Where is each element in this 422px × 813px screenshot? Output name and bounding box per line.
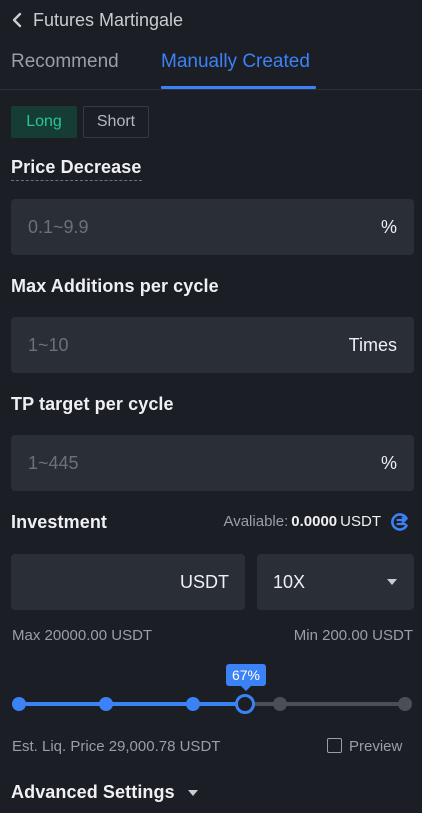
price-decrease-placeholder: 0.1~9.9 — [28, 216, 89, 237]
short-button[interactable]: Short — [83, 106, 149, 138]
tp-target-placeholder: 1~445 — [28, 452, 79, 473]
tp-target-unit: % — [380, 452, 397, 473]
available-value: 0.0000 — [291, 513, 338, 530]
preview-checkbox[interactable] — [327, 738, 342, 753]
max-investment-text: Max 20000.00 USDT — [12, 627, 153, 644]
slider-tooltip-arrow — [240, 685, 252, 691]
advanced-settings-toggle[interactable]: Advanced Settings — [11, 782, 199, 803]
investment-unit: USDT — [180, 571, 229, 592]
investment-label: Investment — [11, 512, 108, 532]
slider-step-25[interactable] — [99, 697, 113, 711]
slider-thumb[interactable] — [235, 694, 255, 714]
advanced-settings-label: Advanced Settings — [11, 782, 175, 802]
max-additions-unit: Times — [348, 334, 397, 355]
max-additions-placeholder: 1~10 — [28, 334, 69, 355]
leverage-select[interactable]: 10X — [257, 554, 414, 610]
price-decrease-label-text: Price Decrease — [11, 157, 142, 181]
price-decrease-unit: % — [380, 216, 397, 237]
price-decrease-label[interactable]: Price Decrease — [11, 157, 142, 181]
caret-down-icon — [386, 573, 398, 591]
max-additions-input[interactable]: 1~10 Times — [11, 317, 414, 373]
slider-step-0[interactable] — [12, 697, 26, 711]
tab-manually-created[interactable]: Manually Created — [161, 51, 310, 73]
available-unit: USDT — [340, 513, 381, 530]
long-button[interactable]: Long — [11, 106, 77, 138]
active-tab-indicator — [161, 86, 316, 89]
available-label: Avaliable: — [223, 513, 289, 530]
leverage-value: 10X — [273, 571, 306, 592]
header: Futures Martingale — [11, 8, 183, 32]
slider-step-100[interactable] — [398, 697, 412, 711]
investment-input[interactable]: USDT — [11, 554, 245, 610]
min-investment-text: Min 200.00 USDT — [293, 627, 413, 644]
available-balance: Avaliable: 0.0000 USDT — [223, 513, 381, 530]
chevron-left-icon[interactable] — [11, 8, 29, 32]
tab-recommend[interactable]: Recommend — [11, 51, 119, 73]
slider-percent-tooltip: 67% — [226, 664, 266, 686]
tp-target-label: TP target per cycle — [11, 394, 174, 414]
page-title: Futures Martingale — [33, 9, 184, 30]
tp-target-input[interactable]: 1~445 % — [11, 435, 414, 491]
tab-bar: Recommend Manually Created — [0, 48, 422, 90]
caret-down-icon — [187, 789, 199, 797]
slider-step-50[interactable] — [186, 697, 200, 711]
slider-step-75[interactable] — [273, 697, 287, 711]
est-liq-price: Est. Liq. Price 29,000.78 USDT — [12, 738, 221, 755]
price-decrease-input[interactable]: 0.1~9.9 % — [11, 199, 414, 255]
max-additions-label: Max Additions per cycle — [11, 276, 219, 296]
preview-label[interactable]: Preview — [349, 738, 402, 755]
slider-fill — [18, 702, 245, 706]
transfer-icon[interactable] — [390, 512, 410, 532]
